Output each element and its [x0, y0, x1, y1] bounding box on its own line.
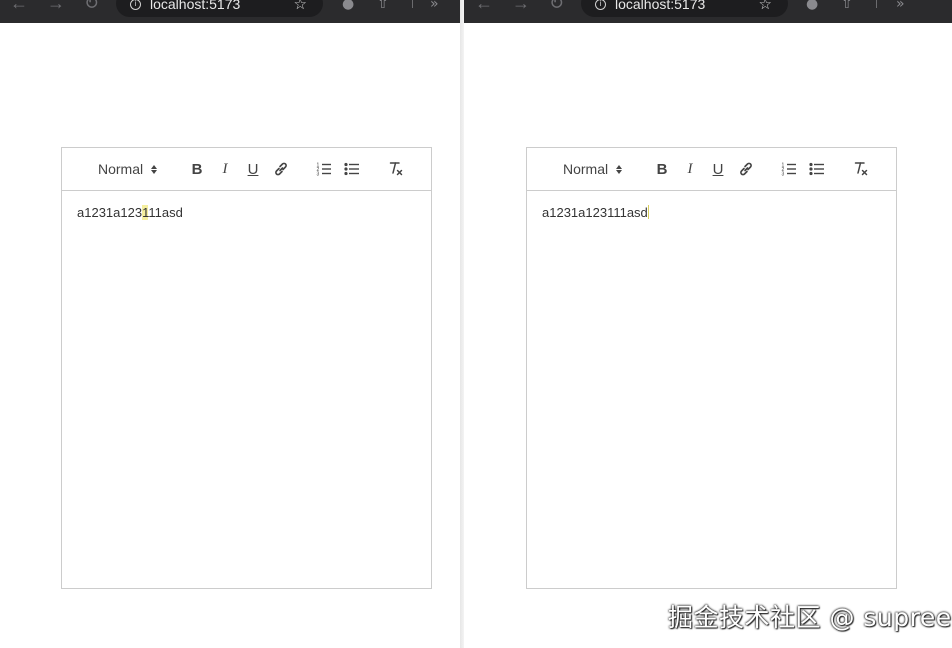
- header-picker-label: Normal: [98, 161, 144, 177]
- clear-format-button[interactable]: [850, 159, 872, 179]
- bullet-list-button[interactable]: [806, 159, 828, 179]
- editor-content[interactable]: a1231a123111asd: [527, 191, 896, 234]
- extension-icon[interactable]: ●: [342, 0, 354, 12]
- address-bar[interactable]: i localhost:5173 ☆: [116, 0, 323, 17]
- forward-icon[interactable]: →: [47, 0, 65, 12]
- content-text: a1231a123111asd: [542, 205, 648, 220]
- clear-format-button[interactable]: [385, 159, 407, 179]
- editor-toolbar: Normal B I U 1 2 3: [62, 148, 431, 191]
- picker-arrows-icon: [616, 164, 623, 174]
- browser-toolbar: ← → ↻ i localhost:5173 ☆ ● ⇧ »: [464, 0, 952, 23]
- underline-button[interactable]: U: [707, 159, 729, 179]
- clear-format-icon: [389, 162, 403, 176]
- editor-toolbar: Normal B I U 1 2 3: [527, 148, 896, 191]
- svg-text:3: 3: [317, 172, 320, 178]
- content-text-before: a1231a123: [77, 205, 143, 220]
- svg-text:3: 3: [782, 172, 785, 178]
- left-browser-window: ← → ↻ i localhost:5173 ☆ ● ⇧ » Normal B …: [0, 0, 460, 648]
- url-text: localhost:5173: [615, 0, 706, 12]
- share-icon[interactable]: ⇧: [377, 0, 389, 12]
- header-picker-label: Normal: [563, 161, 609, 177]
- editor-content[interactable]: a1231a123111asd: [62, 191, 431, 234]
- more-icon[interactable]: »: [896, 0, 905, 12]
- more-icon[interactable]: »: [430, 0, 439, 12]
- ordered-list-button[interactable]: 1 2 3: [778, 159, 800, 179]
- link-button[interactable]: [270, 159, 292, 179]
- content-text-after: 11asd: [148, 205, 183, 220]
- reload-icon[interactable]: ↻: [549, 0, 564, 12]
- header-picker[interactable]: Normal: [563, 161, 623, 177]
- bold-button[interactable]: B: [186, 159, 208, 179]
- forward-icon[interactable]: →: [512, 0, 530, 12]
- back-icon[interactable]: ←: [475, 0, 493, 12]
- right-browser-window: ← → ↻ i localhost:5173 ☆ ● ⇧ » Normal B …: [464, 0, 952, 648]
- picker-arrows-icon: [151, 164, 158, 174]
- underline-button[interactable]: U: [242, 159, 264, 179]
- bold-button[interactable]: B: [651, 159, 673, 179]
- toolbar-separator: [412, 0, 413, 8]
- bullet-list-button[interactable]: [341, 159, 363, 179]
- info-icon[interactable]: i: [595, 0, 606, 10]
- watermark: 掘金技术社区 @ supree: [668, 603, 952, 632]
- extension-icon[interactable]: ●: [806, 0, 818, 12]
- italic-button[interactable]: I: [679, 159, 701, 179]
- ordered-list-icon: 1 2 3: [782, 163, 796, 178]
- ordered-list-icon: 1 2 3: [317, 163, 331, 178]
- reload-icon[interactable]: ↻: [84, 0, 99, 12]
- info-icon[interactable]: i: [130, 0, 141, 10]
- back-icon[interactable]: ←: [10, 0, 28, 12]
- link-button[interactable]: [735, 159, 757, 179]
- share-icon[interactable]: ⇧: [841, 0, 853, 12]
- rich-text-editor: Normal B I U 1 2 3 a1231a123111asd: [61, 147, 432, 589]
- link-icon: [740, 162, 752, 176]
- browser-toolbar: ← → ↻ i localhost:5173 ☆ ● ⇧ »: [0, 0, 460, 23]
- ordered-list-button[interactable]: 1 2 3: [313, 159, 335, 179]
- link-icon: [275, 162, 287, 176]
- text-caret: [647, 205, 649, 219]
- star-icon[interactable]: ☆: [759, 0, 772, 13]
- header-picker[interactable]: Normal: [98, 161, 158, 177]
- italic-button[interactable]: I: [214, 159, 236, 179]
- rich-text-editor: Normal B I U 1 2 3 a1231a123111asd: [526, 147, 897, 589]
- star-icon[interactable]: ☆: [294, 0, 307, 13]
- url-text: localhost:5173: [150, 0, 241, 12]
- address-bar[interactable]: i localhost:5173 ☆: [581, 0, 788, 17]
- bullet-list-icon: [344, 162, 359, 176]
- bullet-list-icon: [809, 162, 824, 176]
- toolbar-separator: [876, 0, 877, 8]
- clear-format-icon: [854, 162, 868, 176]
